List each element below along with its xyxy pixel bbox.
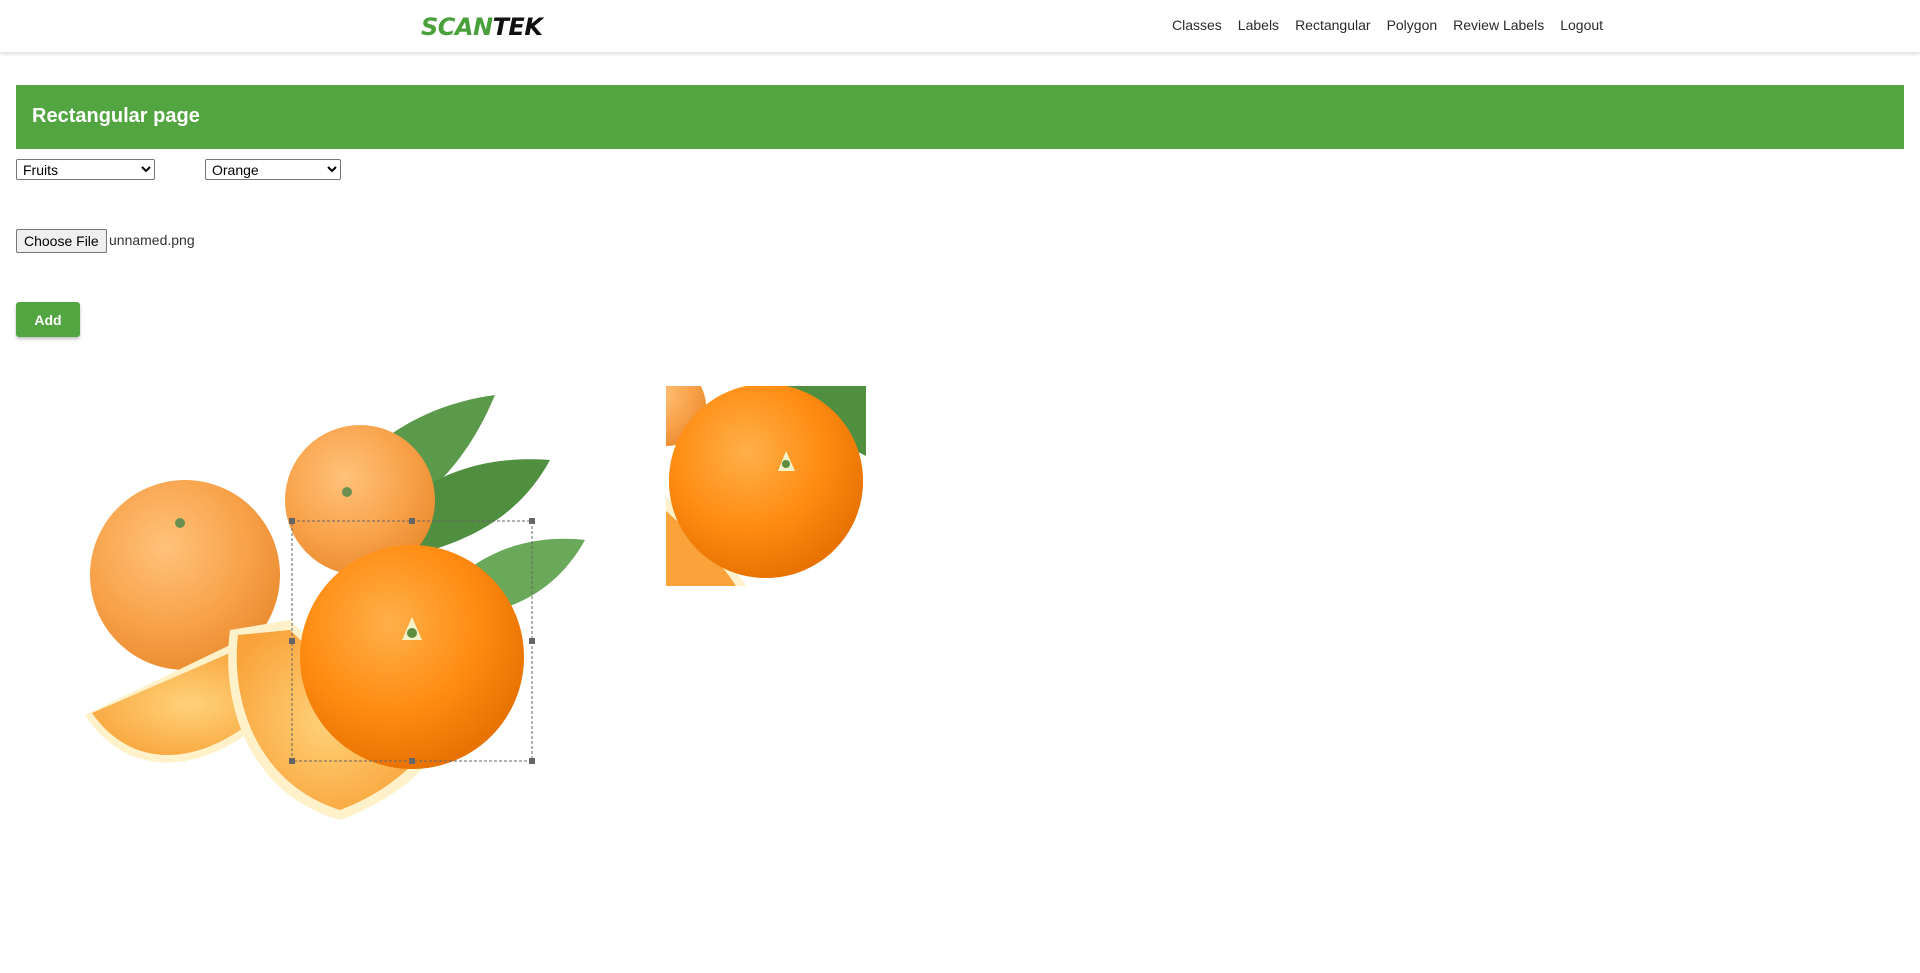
nav-link-rectangular[interactable]: Rectangular <box>1295 17 1371 33</box>
orange-main <box>300 545 524 769</box>
nav-link-review-labels[interactable]: Review Labels <box>1453 17 1544 33</box>
crop-handle <box>529 518 535 524</box>
nav-link-polygon[interactable]: Polygon <box>1387 17 1438 33</box>
nav-link-classes[interactable]: Classes <box>1172 17 1222 33</box>
page-header-banner: Rectangular page <box>16 85 1904 149</box>
crop-preview <box>666 386 866 586</box>
add-button[interactable]: Add <box>16 302 80 337</box>
crop-preview-image <box>666 386 866 586</box>
image-canvas[interactable] <box>70 385 590 830</box>
logo-part-tek: TEK <box>492 13 543 41</box>
crop-handle <box>529 638 535 644</box>
crop-handle <box>289 518 295 524</box>
class-select[interactable]: Fruits <box>16 159 155 180</box>
navbar: SCANTEK Classes Labels Rectangular Polyg… <box>0 0 1920 53</box>
nav-links: Classes Labels Rectangular Polygon Revie… <box>1172 17 1619 33</box>
logo-part-scan: SCAN <box>421 13 493 41</box>
choose-file-button[interactable]: Choose File <box>16 229 107 253</box>
crop-handle <box>529 758 535 764</box>
nav-link-labels[interactable]: Labels <box>1238 17 1279 33</box>
selected-file-name: unnamed.png <box>109 232 195 248</box>
oranges-image <box>85 395 585 820</box>
logo[interactable]: SCANTEK <box>421 13 543 41</box>
crop-handle <box>409 518 415 524</box>
crop-handle <box>409 758 415 764</box>
page-title: Rectangular page <box>32 105 200 127</box>
nav-link-logout[interactable]: Logout <box>1560 17 1603 33</box>
crop-handle <box>289 638 295 644</box>
label-select[interactable]: Orange <box>205 159 341 180</box>
crop-handle <box>289 758 295 764</box>
